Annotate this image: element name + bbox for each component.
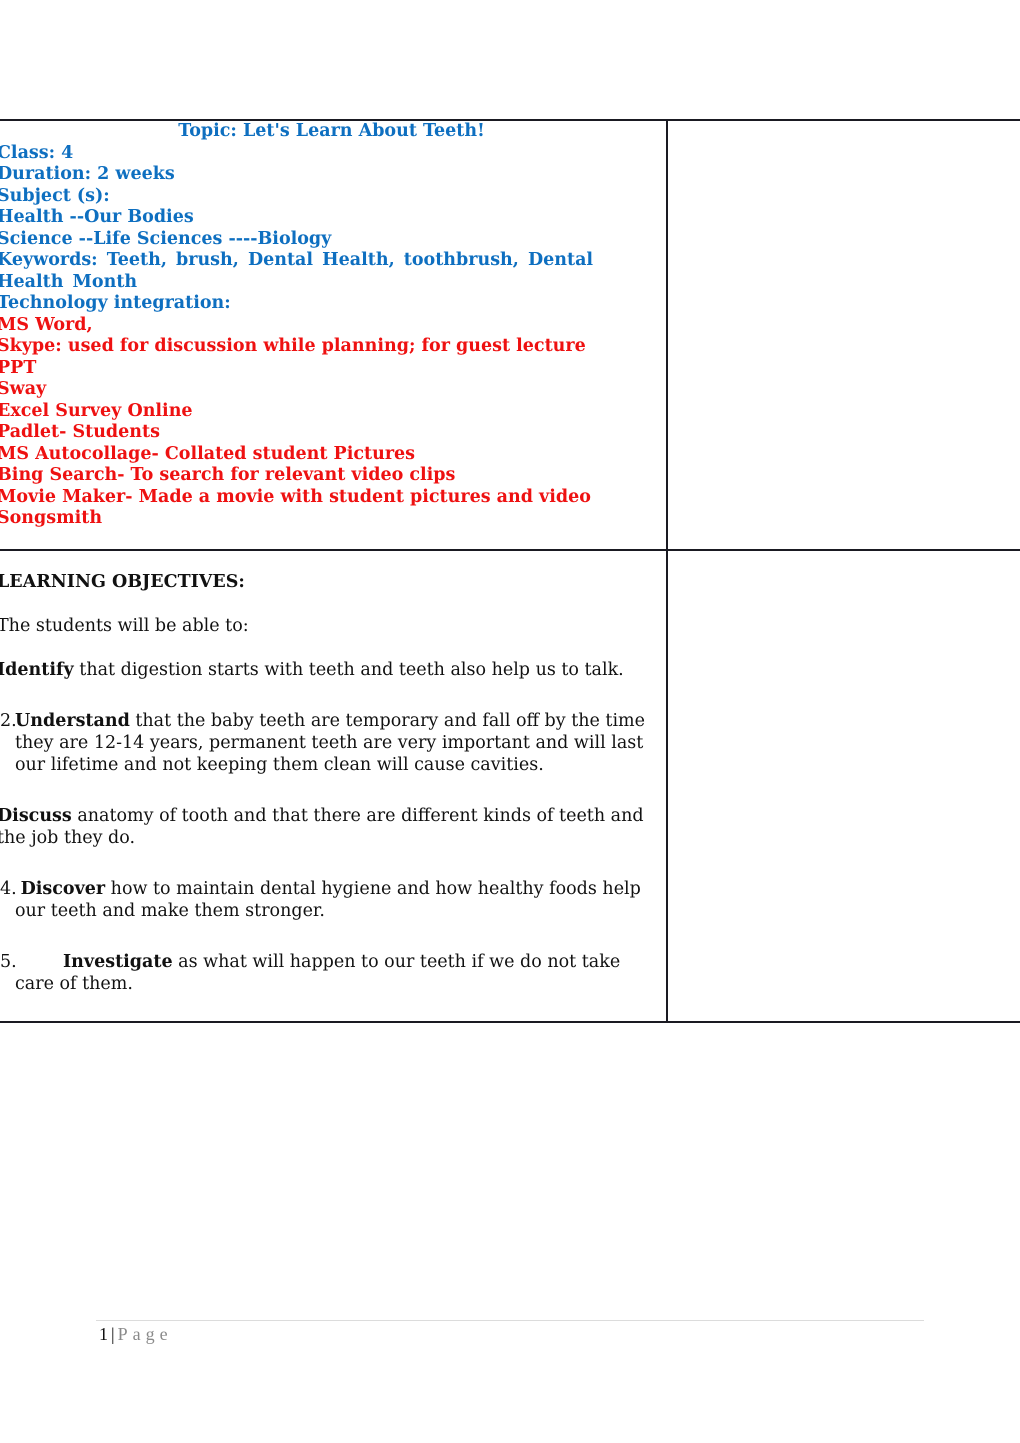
objective-item: 5. Investigate as what will happen to our… [0, 951, 656, 995]
tech-item: Songsmith [0, 508, 103, 528]
page-number: 1 [99, 1324, 108, 1344]
objective-verb: Discuss [0, 805, 72, 826]
lesson-plan-table: Topic: Let's Learn About Teeth! Class: 4… [0, 119, 1020, 1023]
objective-number: 4. [0, 878, 17, 899]
objective-item: 2. Understand that the baby teeth are tem… [0, 710, 656, 776]
page-footer: 1 | Page [99, 1324, 173, 1345]
lesson-info-notes-cell [666, 119, 1020, 551]
tech-item: Excel Survey Online [0, 400, 193, 421]
lesson-info-cell: Topic: Let's Learn About Teeth! Class: 4… [0, 119, 668, 551]
tech-item: MS Word, [0, 314, 93, 335]
objective-verb: Identify [0, 659, 74, 680]
document-page: Topic: Let's Learn About Teeth! Class: 4… [0, 0, 1020, 1443]
footer-divider [96, 1320, 924, 1321]
subject-item: Health --Our Bodies [0, 207, 194, 227]
objective-text: that digestion starts with teeth and tee… [73, 659, 624, 680]
tech-item: Sway [0, 379, 47, 399]
footer-separator: | [111, 1324, 115, 1344]
objectives-title: LEARNING OBJECTIVES: [0, 571, 245, 592]
subjects-label: Subject (s): [0, 185, 110, 206]
objectives-notes-cell [666, 548, 1020, 1023]
tech-item: Movie Maker- Made a movie with student p… [0, 486, 591, 507]
objective-text: anatomy of tooth and that there are diff… [0, 805, 644, 848]
objective-text: how to maintain dental hygiene and how h… [15, 878, 641, 921]
tech-item: Skype: used for discussion while plannin… [0, 336, 586, 356]
tech-item: MS Autocollage- Collated student Picture… [0, 443, 416, 464]
tech-item: Bing Search- To search for relevant vide… [0, 465, 456, 485]
objectives-cell: LEARNING OBJECTIVES: The students will b… [0, 548, 668, 1023]
objective-item: Discuss anatomy of tooth and that there … [0, 805, 656, 849]
lesson-keywords: Keywords: Teeth, brush, Dental Health, t… [0, 250, 594, 292]
lesson-duration: Duration: 2 weeks [0, 164, 175, 184]
objective-item: Identify that digestion starts with teet… [0, 659, 656, 681]
objective-verb: Investigate [63, 951, 173, 972]
objectives-row: LEARNING OBJECTIVES: The students will b… [0, 548, 1020, 1023]
objective-number: 5. [0, 951, 17, 972]
subject-item: Science --Life Sciences ----Biology [0, 228, 332, 249]
technology-label: Technology integration: [0, 293, 231, 313]
lesson-info-row: Topic: Let's Learn About Teeth! Class: 4… [0, 119, 1020, 551]
lesson-class: Class: 4 [0, 142, 74, 163]
objective-number: 2. [0, 710, 17, 731]
objective-verb: Understand [15, 710, 130, 731]
objectives-intro: The students will be able to: [0, 615, 249, 636]
tech-item: PPT [0, 357, 37, 378]
objective-verb: Discover [20, 878, 106, 899]
page-label: Page [117, 1324, 173, 1344]
objective-item: 4. Discover how to maintain dental hygie… [0, 878, 656, 922]
tech-item: Padlet- Students [0, 422, 160, 442]
lesson-topic: Topic: Let's Learn About Teeth! [178, 121, 485, 141]
